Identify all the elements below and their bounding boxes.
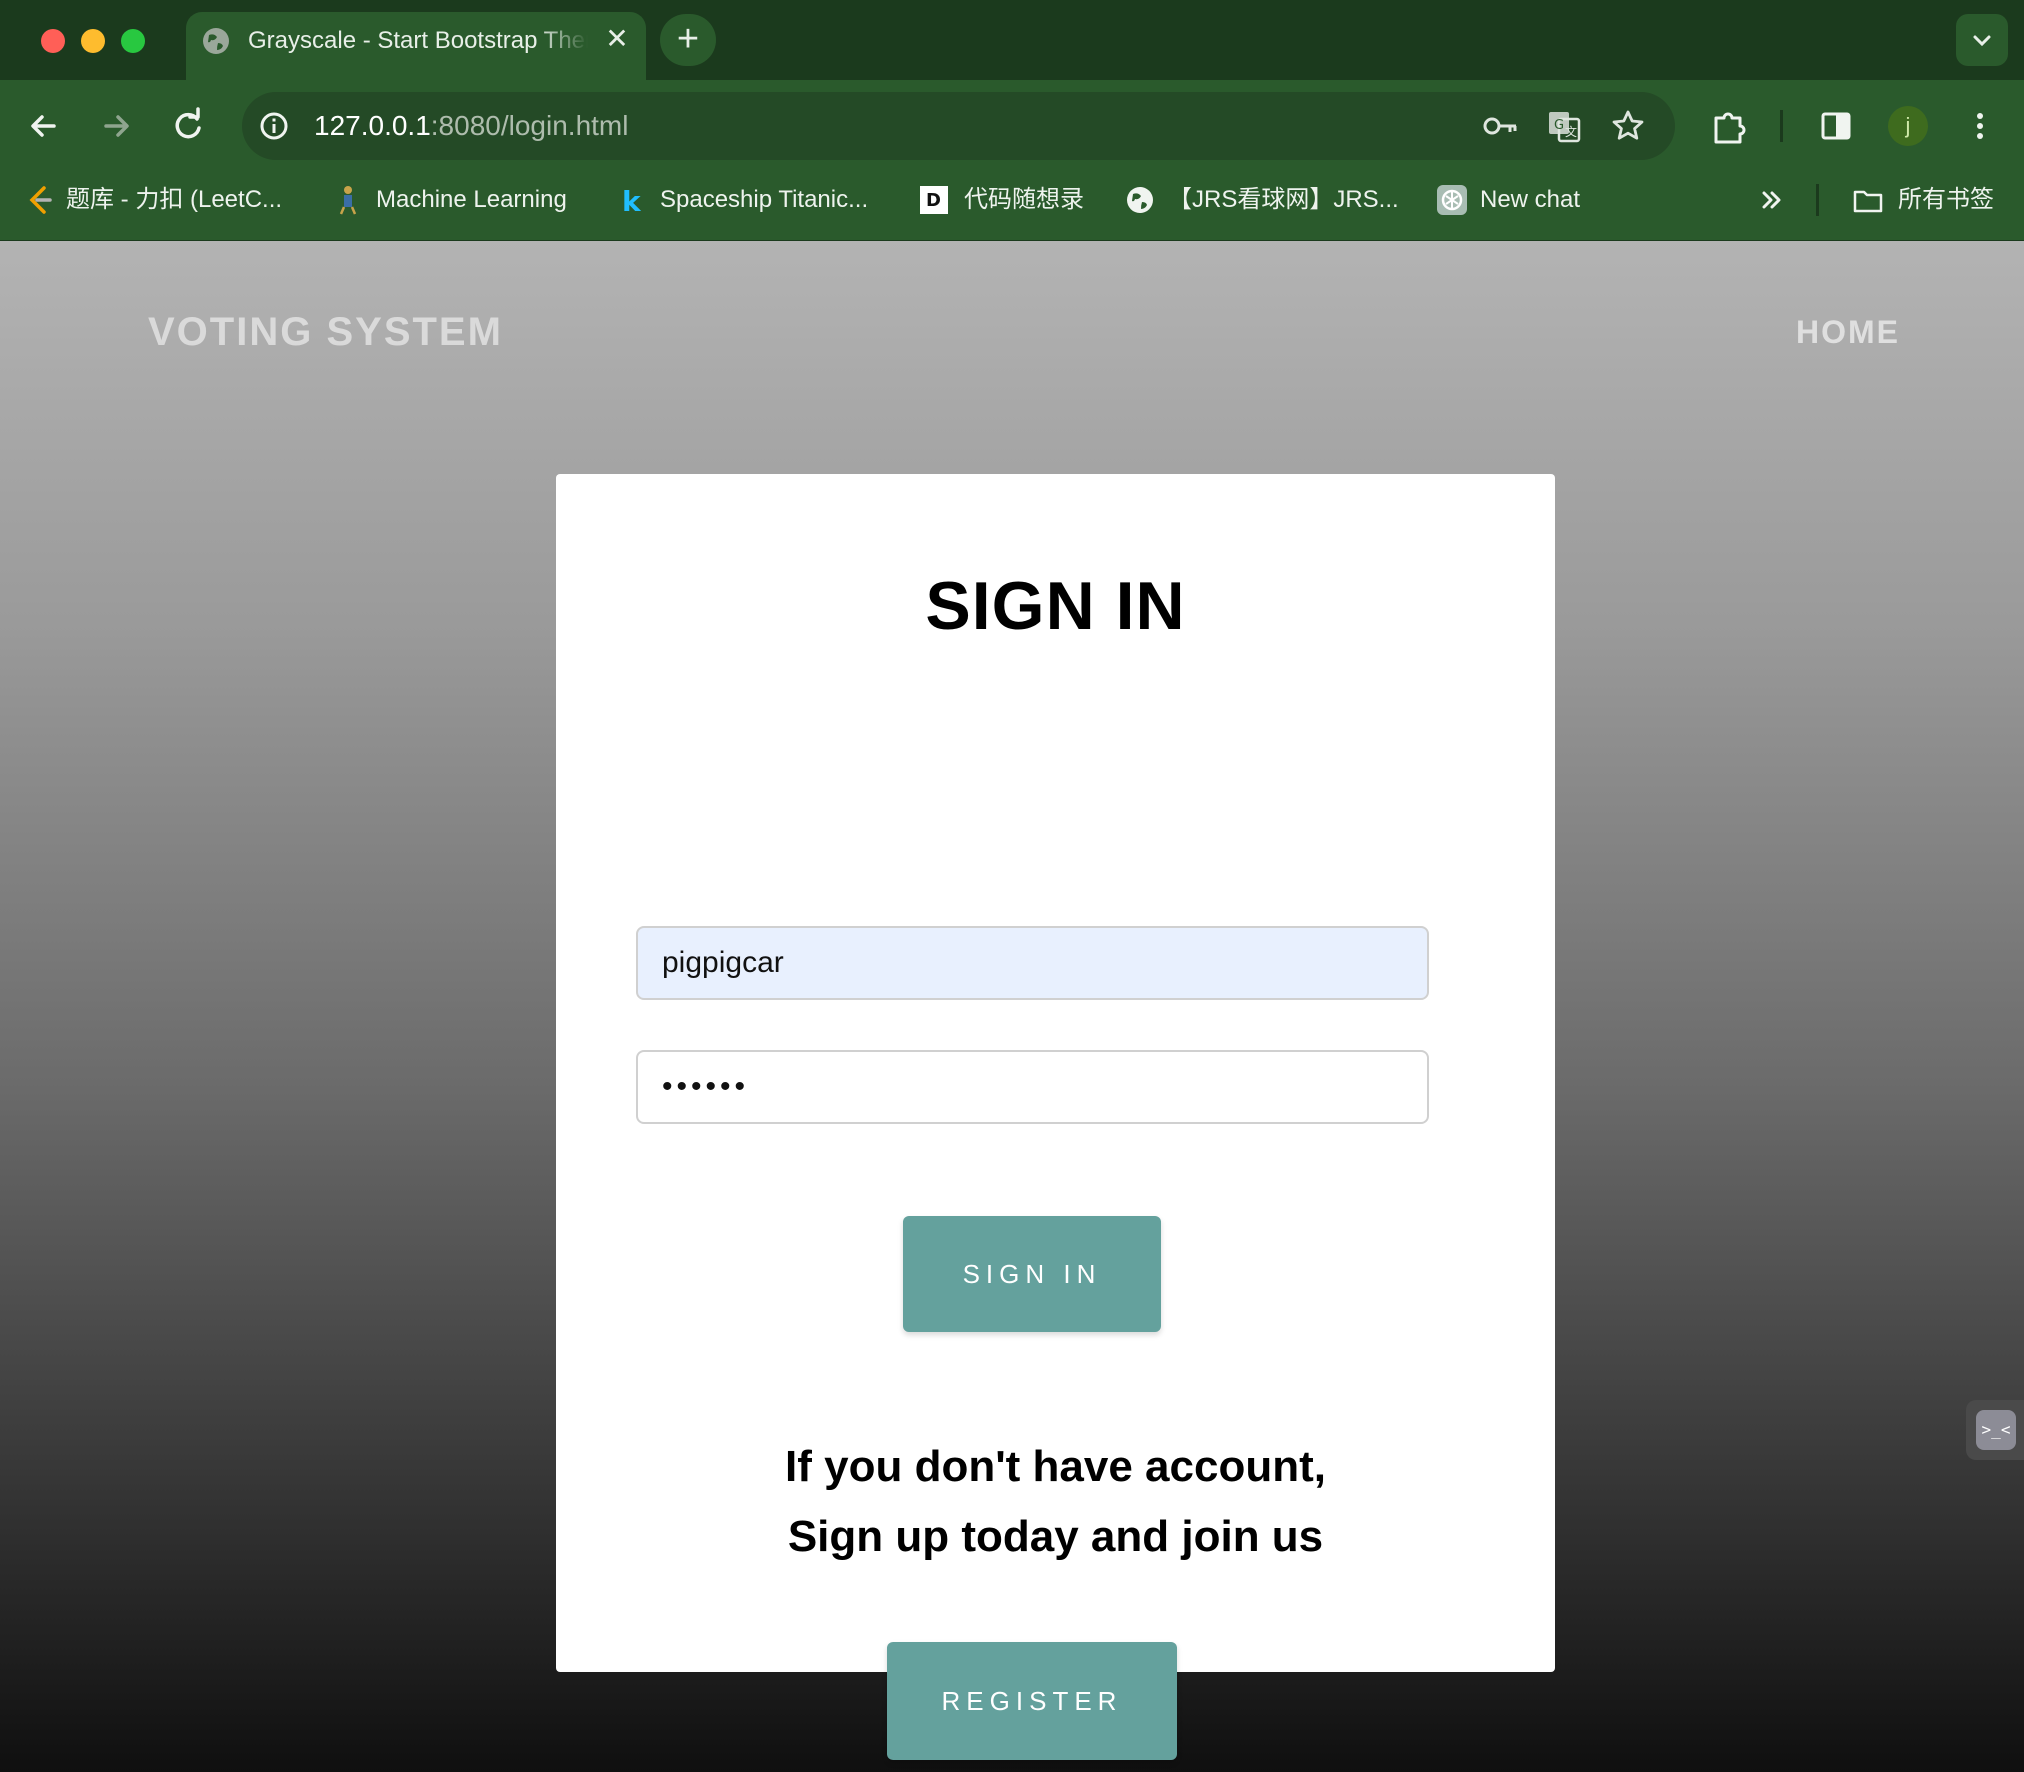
page-content: VOTING SYSTEM HOME SIGN IN SIGN IN If yo… [0, 241, 2024, 1772]
side-widget[interactable]: >_< [1966, 1400, 2024, 1460]
nav-home-link[interactable]: HOME [1700, 309, 1900, 355]
tab-title: Grayscale - Start Bootstrap Theme [248, 27, 588, 54]
maximize-window-button[interactable] [121, 29, 145, 53]
extensions-icon[interactable] [1708, 106, 1748, 146]
bookmark-jrs[interactable]: 【JRS看球网】JRS... [1168, 180, 1399, 220]
svg-text:文: 文 [1565, 124, 1577, 139]
signin-title: SIGN IN [925, 568, 1186, 644]
site-info-icon[interactable] [254, 106, 294, 146]
signin-card: SIGN IN SIGN IN If you don't have accoun… [556, 474, 1555, 1760]
brand-logo[interactable]: VOTING SYSTEM [148, 307, 503, 357]
globe-icon [203, 28, 229, 54]
reload-icon[interactable] [166, 104, 210, 148]
profile-avatar[interactable]: j [1888, 106, 1928, 146]
username-input[interactable] [636, 926, 1429, 1000]
register-prompt-line1: If you don't have account, [785, 1442, 1326, 1491]
back-arrow-icon[interactable] [22, 104, 66, 148]
bookmark-spaceship-titanic[interactable]: Spaceship Titanic... [660, 180, 868, 220]
minimize-window-button[interactable] [81, 29, 105, 53]
register-prompt: If you don't have account, Sign up today… [556, 1432, 1555, 1572]
all-bookmarks[interactable]: 所有书签 [1898, 180, 1994, 220]
password-input[interactable] [636, 1050, 1429, 1124]
ml-icon [339, 186, 357, 215]
new-tab-button[interactable]: + [660, 14, 716, 66]
bookmark-leetcode[interactable]: 题库 - 力扣 (LeetC... [66, 180, 282, 220]
star-bookmark-icon[interactable] [1608, 106, 1648, 146]
svg-text:G: G [1554, 118, 1564, 133]
bookmark-machine-learning[interactable]: Machine Learning [376, 180, 567, 220]
signin-button[interactable]: SIGN IN [903, 1216, 1161, 1332]
more-menu-icon[interactable] [1960, 106, 2000, 146]
toolbar-divider [1780, 110, 1783, 142]
bookmark-code-notes[interactable]: 代码随想录 [964, 180, 1084, 220]
svg-text:D: D [926, 190, 941, 211]
chevron-down-icon [1973, 35, 1991, 47]
bookmark-new-chat[interactable]: New chat [1480, 180, 1580, 220]
browser-chrome: Grayscale - Start Bootstrap Theme ✕ + 12… [0, 0, 2024, 241]
url-text[interactable]: 127.0.0.1:8080/login.html [314, 106, 628, 146]
register-button[interactable]: REGISTER [887, 1642, 1177, 1760]
svg-text:k: k [622, 185, 642, 216]
dm-icon: D [920, 186, 948, 214]
close-window-button[interactable] [41, 29, 65, 53]
close-tab-icon[interactable]: ✕ [600, 22, 634, 56]
bookmarks-divider [1816, 184, 1819, 216]
chevron-double-right-icon[interactable] [1756, 184, 1788, 216]
leetcode-icon [29, 186, 52, 214]
forward-arrow-icon[interactable] [94, 104, 138, 148]
folder-icon [1853, 190, 1883, 213]
kaggle-icon: k [622, 185, 642, 216]
tab-search-button[interactable] [1956, 14, 2008, 66]
terminal-icon: >_< [1976, 1410, 2016, 1450]
key-icon[interactable] [1480, 106, 1520, 146]
register-prompt-line2: Sign up today and join us [787, 1512, 1324, 1561]
side-panel-icon[interactable] [1816, 106, 1856, 146]
globe-icon [1127, 187, 1153, 213]
translate-icon[interactable]: G 文 [1544, 106, 1584, 146]
chatgpt-icon [1437, 185, 1467, 215]
